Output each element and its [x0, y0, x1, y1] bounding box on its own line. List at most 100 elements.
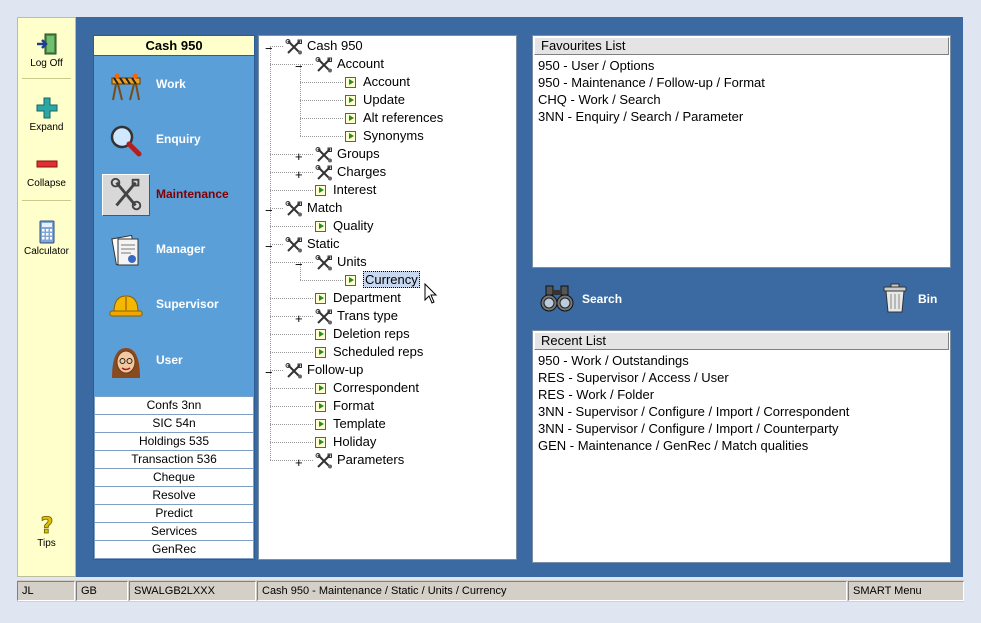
collapse-node-icon[interactable]: −: [265, 203, 273, 218]
tools-icon: [102, 174, 150, 216]
sub-item-services[interactable]: Services: [94, 523, 254, 541]
favourite-item[interactable]: 3NN - Enquiry / Search / Parameter: [538, 108, 946, 125]
collapse-node-icon[interactable]: −: [265, 41, 273, 56]
status-path: Cash 950 - Maintenance / Static / Units …: [257, 581, 847, 601]
favourite-item[interactable]: 950 - User / Options: [538, 57, 946, 74]
collapse-node-icon[interactable]: −: [265, 239, 273, 254]
tree-folder[interactable]: Account: [315, 55, 384, 73]
tree-folder[interactable]: Charges: [315, 163, 386, 181]
collapse-node-icon[interactable]: −: [265, 365, 273, 380]
play-icon: [315, 347, 326, 359]
tree-folder[interactable]: Static: [285, 235, 340, 253]
tree-connector: [270, 190, 313, 191]
calculator-button[interactable]: Calculator: [18, 220, 75, 257]
tools-folder-icon: [315, 146, 332, 163]
tree-node-label: Update: [363, 92, 405, 107]
tree-node-label: Trans type: [337, 308, 398, 323]
sub-item-sic-54n[interactable]: SIC 54n: [94, 415, 254, 433]
tree-item[interactable]: Quality: [315, 217, 373, 235]
launcher-panel: Cash 950 Work Enquiry Maintenance Manage…: [93, 35, 255, 560]
menu-user[interactable]: User: [100, 340, 250, 384]
tools-folder-icon: [315, 452, 332, 469]
tree-item[interactable]: Update: [345, 91, 405, 109]
binoculars-icon: [540, 285, 574, 312]
minus-icon: [36, 160, 57, 168]
sub-item-predict[interactable]: Predict: [94, 505, 254, 523]
menu-manager[interactable]: Manager: [100, 229, 250, 273]
tree-connector: [300, 82, 343, 83]
tools-folder-icon: [315, 56, 332, 73]
recent-header[interactable]: Recent List: [534, 332, 949, 350]
expand-node-icon[interactable]: +: [295, 311, 303, 326]
tree-folder[interactable]: Trans type: [315, 307, 398, 325]
favourite-item[interactable]: 950 - Maintenance / Follow-up / Format: [538, 74, 946, 91]
tree-node-label: Synonyms: [363, 128, 424, 143]
tree-node-label: Alt references: [363, 110, 444, 125]
tips-label: Tips: [37, 538, 56, 549]
sub-item-genrec[interactable]: GenRec: [94, 541, 254, 559]
tree-folder[interactable]: Match: [285, 199, 342, 217]
expand-node-icon[interactable]: +: [295, 455, 303, 470]
tree-connector: [270, 406, 313, 407]
menu-supervisor[interactable]: Supervisor: [100, 284, 250, 328]
menu-enquiry[interactable]: Enquiry: [100, 119, 250, 163]
tree-folder[interactable]: Units: [315, 253, 367, 271]
tree-item[interactable]: Alt references: [345, 109, 443, 127]
sub-item-holdings-535[interactable]: Holdings 535: [94, 433, 254, 451]
toolbar-divider: [22, 200, 71, 202]
tree-node-label: Follow-up: [307, 362, 364, 377]
tree-item[interactable]: Currency: [345, 271, 420, 289]
favourites-header[interactable]: Favourites List: [534, 37, 949, 55]
tree-item[interactable]: Deletion reps: [315, 325, 410, 343]
tree-item[interactable]: Synonyms: [345, 127, 424, 145]
sub-item-confs-3nn[interactable]: Confs 3nn: [94, 396, 254, 415]
hardhat-icon: [109, 295, 143, 317]
sub-item-resolve[interactable]: Resolve: [94, 487, 254, 505]
tree-item[interactable]: Account: [345, 73, 410, 91]
collapse-node-icon[interactable]: −: [295, 59, 303, 74]
sub-item-transaction-536[interactable]: Transaction 536: [94, 451, 254, 469]
log-off-button[interactable]: Log Off: [18, 32, 75, 69]
recent-item[interactable]: GEN - Maintenance / GenRec / Match quali…: [538, 437, 946, 454]
calculator-icon: [39, 220, 54, 244]
collapse-node-icon[interactable]: −: [295, 257, 303, 272]
tree-item[interactable]: Scheduled reps: [315, 343, 423, 361]
tree-item[interactable]: Holiday: [315, 433, 376, 451]
tree-folder[interactable]: Groups: [315, 145, 380, 163]
expand-label: Expand: [29, 122, 64, 133]
recent-item[interactable]: 3NN - Supervisor / Configure / Import / …: [538, 420, 946, 437]
recent-item[interactable]: 950 - Work / Outstandings: [538, 352, 946, 369]
tree-connector: [270, 460, 313, 461]
tree-item[interactable]: Correspondent: [315, 379, 419, 397]
tools-folder-icon: [315, 308, 332, 325]
tree-item[interactable]: Format: [315, 397, 374, 415]
favourite-item[interactable]: CHQ - Work / Search: [538, 91, 946, 108]
expand-node-icon[interactable]: +: [295, 167, 303, 182]
tips-button[interactable]: ? Tips: [18, 512, 75, 549]
tree-item[interactable]: Template: [315, 415, 386, 433]
tools-folder-icon: [285, 362, 302, 379]
barrier-icon: [111, 73, 141, 101]
tree-node-label: Groups: [337, 146, 380, 161]
tree-node-label: Template: [333, 416, 386, 431]
play-icon: [345, 95, 356, 107]
tree-node-label: Scheduled reps: [333, 344, 424, 359]
menu-work[interactable]: Work: [100, 64, 250, 108]
menu-maintenance[interactable]: Maintenance: [100, 174, 250, 218]
expand-button[interactable]: Expand: [18, 96, 75, 133]
sub-item-cheque[interactable]: Cheque: [94, 469, 254, 487]
tree-folder[interactable]: Follow-up: [285, 361, 363, 379]
recent-item[interactable]: RES - Work / Folder: [538, 386, 946, 403]
tree-folder[interactable]: Cash 950: [285, 37, 363, 55]
tree-folder[interactable]: Parameters: [315, 451, 404, 469]
recent-item[interactable]: 3NN - Supervisor / Configure / Import / …: [538, 403, 946, 420]
tree-connector: [270, 370, 271, 460]
tree-connector: [270, 262, 313, 263]
tree-item[interactable]: Interest: [315, 181, 376, 199]
recent-item[interactable]: RES - Supervisor / Access / User: [538, 369, 946, 386]
tree-connector: [270, 316, 313, 317]
expand-node-icon[interactable]: +: [295, 149, 303, 164]
collapse-button[interactable]: Collapse: [18, 152, 75, 189]
tree-item[interactable]: Department: [315, 289, 401, 307]
menu-maintenance-label: Maintenance: [156, 187, 229, 201]
